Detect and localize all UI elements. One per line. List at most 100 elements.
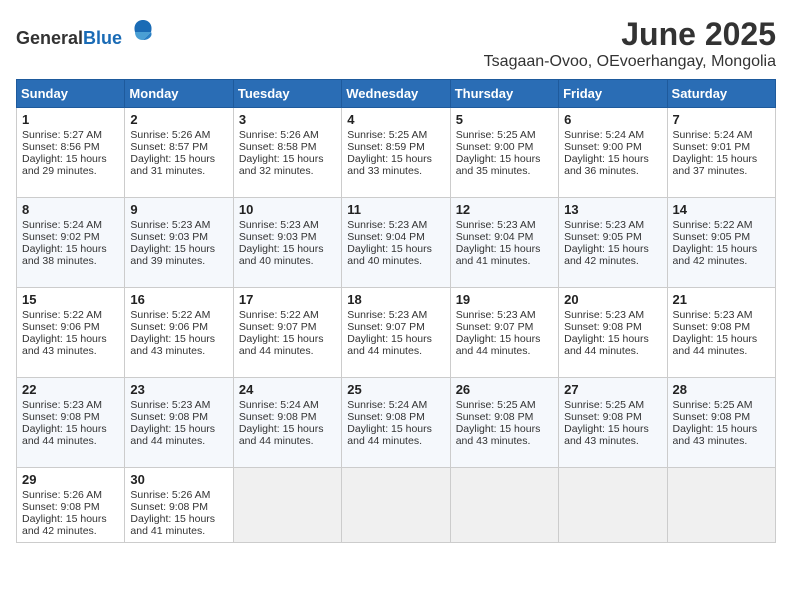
calendar-cell: 30 Sunrise: 5:26 AM Sunset: 9:08 PM Dayl…: [125, 468, 233, 543]
daylight-minutes: and 44 minutes.: [239, 435, 314, 447]
calendar-cell: 17 Sunrise: 5:22 AM Sunset: 9:07 PM Dayl…: [233, 288, 341, 378]
sunset-text: Sunset: 9:03 PM: [130, 231, 208, 243]
day-number: 29: [22, 472, 119, 487]
sunset-text: Sunset: 9:05 PM: [564, 231, 642, 243]
calendar-cell: 2 Sunrise: 5:26 AM Sunset: 8:57 PM Dayli…: [125, 108, 233, 198]
day-number: 20: [564, 292, 661, 307]
calendar-cell: 11 Sunrise: 5:23 AM Sunset: 9:04 PM Dayl…: [342, 198, 450, 288]
calendar-cell: 22 Sunrise: 5:23 AM Sunset: 9:08 PM Dayl…: [17, 378, 125, 468]
logo-icon: [129, 16, 157, 44]
daylight-minutes: and 40 minutes.: [347, 255, 422, 267]
day-number: 5: [456, 112, 553, 127]
day-number: 27: [564, 382, 661, 397]
weekday-header: Monday: [125, 80, 233, 108]
calendar-week-row: 15 Sunrise: 5:22 AM Sunset: 9:06 PM Dayl…: [17, 288, 776, 378]
daylight-text: Daylight: 15 hours: [347, 333, 432, 345]
sunrise-text: Sunrise: 5:26 AM: [22, 489, 102, 501]
daylight-text: Daylight: 15 hours: [673, 333, 758, 345]
daylight-text: Daylight: 15 hours: [239, 243, 324, 255]
sunrise-text: Sunrise: 5:23 AM: [130, 219, 210, 231]
sunrise-text: Sunrise: 5:25 AM: [564, 399, 644, 411]
sunset-text: Sunset: 9:08 PM: [564, 321, 642, 333]
day-number: 3: [239, 112, 336, 127]
day-number: 22: [22, 382, 119, 397]
calendar-cell: 26 Sunrise: 5:25 AM Sunset: 9:08 PM Dayl…: [450, 378, 558, 468]
calendar-cell: 27 Sunrise: 5:25 AM Sunset: 9:08 PM Dayl…: [559, 378, 667, 468]
daylight-minutes: and 44 minutes.: [347, 345, 422, 357]
sunset-text: Sunset: 9:08 PM: [130, 501, 208, 513]
calendar-cell: 8 Sunrise: 5:24 AM Sunset: 9:02 PM Dayli…: [17, 198, 125, 288]
daylight-text: Daylight: 15 hours: [22, 333, 107, 345]
sunset-text: Sunset: 8:57 PM: [130, 141, 208, 153]
day-number: 30: [130, 472, 227, 487]
daylight-minutes: and 43 minutes.: [22, 345, 97, 357]
daylight-text: Daylight: 15 hours: [130, 333, 215, 345]
calendar-cell: 6 Sunrise: 5:24 AM Sunset: 9:00 PM Dayli…: [559, 108, 667, 198]
day-number: 15: [22, 292, 119, 307]
sunrise-text: Sunrise: 5:23 AM: [22, 399, 102, 411]
day-number: 14: [673, 202, 770, 217]
sunrise-text: Sunrise: 5:24 AM: [347, 399, 427, 411]
daylight-minutes: and 44 minutes.: [130, 435, 205, 447]
sunset-text: Sunset: 9:00 PM: [564, 141, 642, 153]
calendar-cell: 5 Sunrise: 5:25 AM Sunset: 9:00 PM Dayli…: [450, 108, 558, 198]
sunset-text: Sunset: 9:01 PM: [673, 141, 751, 153]
sunrise-text: Sunrise: 5:23 AM: [456, 219, 536, 231]
daylight-text: Daylight: 15 hours: [564, 153, 649, 165]
calendar-cell: 29 Sunrise: 5:26 AM Sunset: 9:08 PM Dayl…: [17, 468, 125, 543]
calendar-cell: 13 Sunrise: 5:23 AM Sunset: 9:05 PM Dayl…: [559, 198, 667, 288]
calendar-cell: 14 Sunrise: 5:22 AM Sunset: 9:05 PM Dayl…: [667, 198, 775, 288]
calendar-cell: 23 Sunrise: 5:23 AM Sunset: 9:08 PM Dayl…: [125, 378, 233, 468]
daylight-text: Daylight: 15 hours: [347, 153, 432, 165]
daylight-text: Daylight: 15 hours: [564, 333, 649, 345]
day-number: 6: [564, 112, 661, 127]
daylight-text: Daylight: 15 hours: [347, 243, 432, 255]
weekday-header-row: SundayMondayTuesdayWednesdayThursdayFrid…: [17, 80, 776, 108]
daylight-minutes: and 44 minutes.: [239, 345, 314, 357]
sunrise-text: Sunrise: 5:24 AM: [239, 399, 319, 411]
daylight-minutes: and 37 minutes.: [673, 165, 748, 177]
day-number: 1: [22, 112, 119, 127]
daylight-minutes: and 33 minutes.: [347, 165, 422, 177]
main-title: June 2025: [484, 16, 776, 53]
sunset-text: Sunset: 9:08 PM: [673, 321, 751, 333]
logo: GeneralBlue: [16, 16, 157, 49]
sunrise-text: Sunrise: 5:23 AM: [130, 399, 210, 411]
day-number: 4: [347, 112, 444, 127]
subtitle: Tsagaan-Ovoo, OEvoerhangay, Mongolia: [484, 53, 776, 71]
calendar-cell: 12 Sunrise: 5:23 AM Sunset: 9:04 PM Dayl…: [450, 198, 558, 288]
sunset-text: Sunset: 9:07 PM: [456, 321, 534, 333]
logo-text: GeneralBlue: [16, 16, 157, 49]
daylight-minutes: and 42 minutes.: [673, 255, 748, 267]
calendar-cell: [342, 468, 450, 543]
sunset-text: Sunset: 9:08 PM: [22, 501, 100, 513]
sunset-text: Sunset: 9:08 PM: [239, 411, 317, 423]
sunset-text: Sunset: 9:00 PM: [456, 141, 534, 153]
sunset-text: Sunset: 9:08 PM: [564, 411, 642, 423]
daylight-minutes: and 44 minutes.: [347, 435, 422, 447]
calendar-week-row: 8 Sunrise: 5:24 AM Sunset: 9:02 PM Dayli…: [17, 198, 776, 288]
daylight-text: Daylight: 15 hours: [564, 243, 649, 255]
daylight-minutes: and 31 minutes.: [130, 165, 205, 177]
day-number: 24: [239, 382, 336, 397]
daylight-text: Daylight: 15 hours: [239, 423, 324, 435]
sunrise-text: Sunrise: 5:23 AM: [456, 309, 536, 321]
weekday-header: Sunday: [17, 80, 125, 108]
page-header: GeneralBlue June 2025 Tsagaan-Ovoo, OEvo…: [16, 16, 776, 71]
daylight-minutes: and 36 minutes.: [564, 165, 639, 177]
day-number: 11: [347, 202, 444, 217]
daylight-text: Daylight: 15 hours: [130, 153, 215, 165]
sunset-text: Sunset: 9:08 PM: [130, 411, 208, 423]
calendar-cell: 24 Sunrise: 5:24 AM Sunset: 9:08 PM Dayl…: [233, 378, 341, 468]
calendar-week-row: 22 Sunrise: 5:23 AM Sunset: 9:08 PM Dayl…: [17, 378, 776, 468]
sunrise-text: Sunrise: 5:23 AM: [347, 309, 427, 321]
daylight-minutes: and 38 minutes.: [22, 255, 97, 267]
sunset-text: Sunset: 9:06 PM: [22, 321, 100, 333]
sunrise-text: Sunrise: 5:25 AM: [673, 399, 753, 411]
sunset-text: Sunset: 8:58 PM: [239, 141, 317, 153]
daylight-minutes: and 40 minutes.: [239, 255, 314, 267]
daylight-text: Daylight: 15 hours: [456, 333, 541, 345]
calendar-cell: 28 Sunrise: 5:25 AM Sunset: 9:08 PM Dayl…: [667, 378, 775, 468]
daylight-minutes: and 43 minutes.: [564, 435, 639, 447]
daylight-minutes: and 44 minutes.: [673, 345, 748, 357]
